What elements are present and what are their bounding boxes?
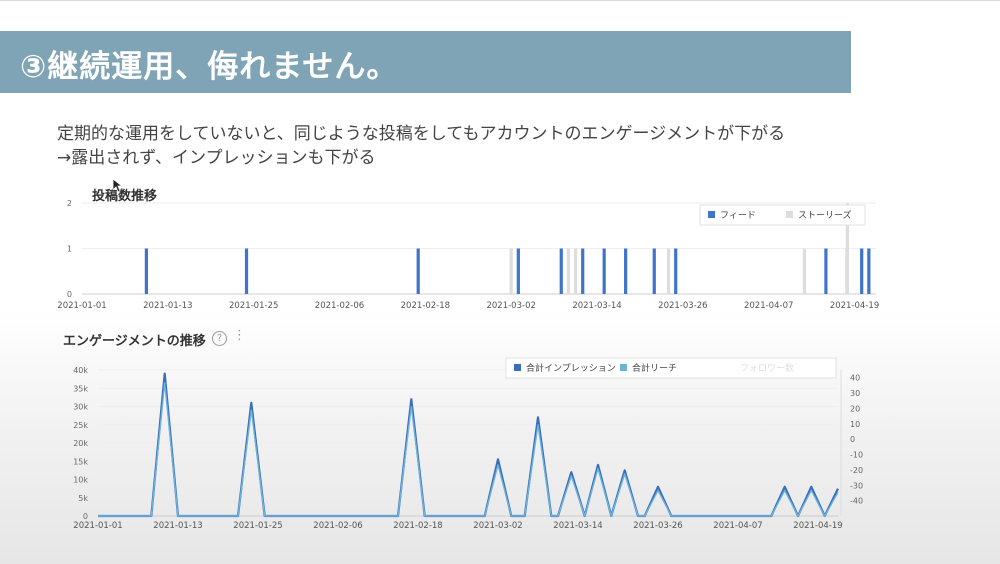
feed-bar <box>674 248 678 294</box>
vertical-dots-icon[interactable]: ⋮ <box>233 329 246 342</box>
x-tick-label: 2021-01-13 <box>153 521 202 531</box>
legend-label: 合計リーチ <box>632 362 677 374</box>
x-tick-label: 2021-02-18 <box>393 521 442 531</box>
x-tick-label: 2021-04-07 <box>744 301 793 311</box>
x-tick-label: 2021-04-19 <box>830 301 879 311</box>
stories-bar <box>666 248 671 294</box>
slide-title: ③継続運用、侮れません。 <box>20 49 399 85</box>
y-left-tick-label: 0 <box>83 512 88 521</box>
x-tick-label: 2021-01-25 <box>233 521 282 531</box>
y-tick-label: 0 <box>67 290 72 299</box>
stories-bar <box>573 248 578 294</box>
reach-line <box>98 382 839 517</box>
description-line-1: 定期的な運用をしていないと、同じような投稿をしてもアカウントのエンゲージメントが… <box>57 124 786 144</box>
x-tick-label: 2021-01-13 <box>143 301 192 311</box>
feed-bar <box>824 248 828 294</box>
description-line-2: →露出されず、インプレッションも下がる <box>57 148 376 168</box>
x-tick-label: 2021-04-07 <box>713 521 762 531</box>
y-right-tick-label: -30 <box>850 481 863 490</box>
x-tick-label: 2021-01-01 <box>57 301 106 311</box>
y-right-tick-label: 40 <box>850 374 860 383</box>
posts-chart: 0 1 2 2021-01-01 2021-01-13 2021-01-25 2021-02… <box>57 199 879 311</box>
question-circle-icon[interactable]: ? <box>212 331 227 346</box>
y-right-tick-label: 0 <box>850 435 855 444</box>
y-right-tick-label: -40 <box>850 497 863 506</box>
x-tick-label: 2021-03-14 <box>572 301 621 311</box>
y-left-tick-label: 15k <box>73 457 88 466</box>
x-tick-label: 2021-04-19 <box>793 521 842 531</box>
top-divider <box>0 0 1000 1</box>
y-right-tick-label: -20 <box>850 466 863 475</box>
y-left-tick-label: 10k <box>73 476 88 485</box>
x-tick-label: 2021-01-25 <box>229 301 278 311</box>
y-tick-label: 2 <box>67 199 72 208</box>
engagement-chart: 0 5k 10k 15k 20k 25k 30k 35k 40k 40 30 20 10 0 -10 -20 -… <box>73 357 863 531</box>
x-tick-label: 2021-02-06 <box>313 521 362 531</box>
x-tick-label: 2021-02-18 <box>401 301 450 311</box>
y-tick-label: 1 <box>67 245 72 254</box>
y-right-tick-label: 10 <box>850 420 860 429</box>
legend-label: フィード <box>720 211 756 221</box>
feed-bar <box>867 248 871 294</box>
feed-bar <box>602 248 606 294</box>
x-tick-label: 2021-02-06 <box>315 301 364 311</box>
y-right-tick-label: -10 <box>850 451 863 460</box>
legend-swatch <box>620 364 627 371</box>
x-tick-label: 2021-03-26 <box>633 521 682 531</box>
title-banner: ③継続運用、侮れません。 <box>0 31 851 93</box>
engagement-chart-title: エンゲージメントの推移 <box>63 334 206 349</box>
feed-bar <box>416 248 420 294</box>
legend-label: 合計インプレッション <box>526 362 616 374</box>
y-left-tick-label: 30k <box>73 403 88 412</box>
x-tick-label: 2021-03-14 <box>553 521 602 531</box>
legend-label: ストーリーズ <box>798 209 852 221</box>
x-tick-label: 2021-01-01 <box>73 521 122 531</box>
feed-bar <box>860 248 864 294</box>
feed-bar <box>581 248 585 294</box>
stories-bar <box>566 248 571 294</box>
stories-bar <box>509 248 513 294</box>
y-left-tick-label: 40k <box>73 366 88 375</box>
legend-swatch <box>708 211 715 218</box>
y-left-tick-label: 20k <box>73 439 88 448</box>
legend-swatch <box>514 364 521 371</box>
feed-bar <box>244 248 249 294</box>
y-right-tick-label: 30 <box>850 389 860 398</box>
y-left-tick-label: 5k <box>78 494 88 503</box>
feed-bar <box>144 248 148 294</box>
impressions-line <box>98 372 839 518</box>
x-tick-label: 2021-03-02 <box>473 521 522 531</box>
legend-label-faded: フォロワー数 <box>740 362 794 374</box>
legend-swatch <box>786 211 793 218</box>
stories-bar <box>802 248 807 294</box>
x-tick-label: 2021-03-26 <box>658 301 707 311</box>
y-right-tick-label: 20 <box>850 404 860 413</box>
feed-bar <box>559 248 563 294</box>
feed-bar <box>624 248 628 294</box>
y-left-tick-label: 25k <box>73 421 88 430</box>
x-tick-label: 2021-03-02 <box>486 301 535 311</box>
feed-bar <box>516 248 520 294</box>
y-left-tick-label: 35k <box>73 384 88 393</box>
feed-bar <box>652 248 656 294</box>
